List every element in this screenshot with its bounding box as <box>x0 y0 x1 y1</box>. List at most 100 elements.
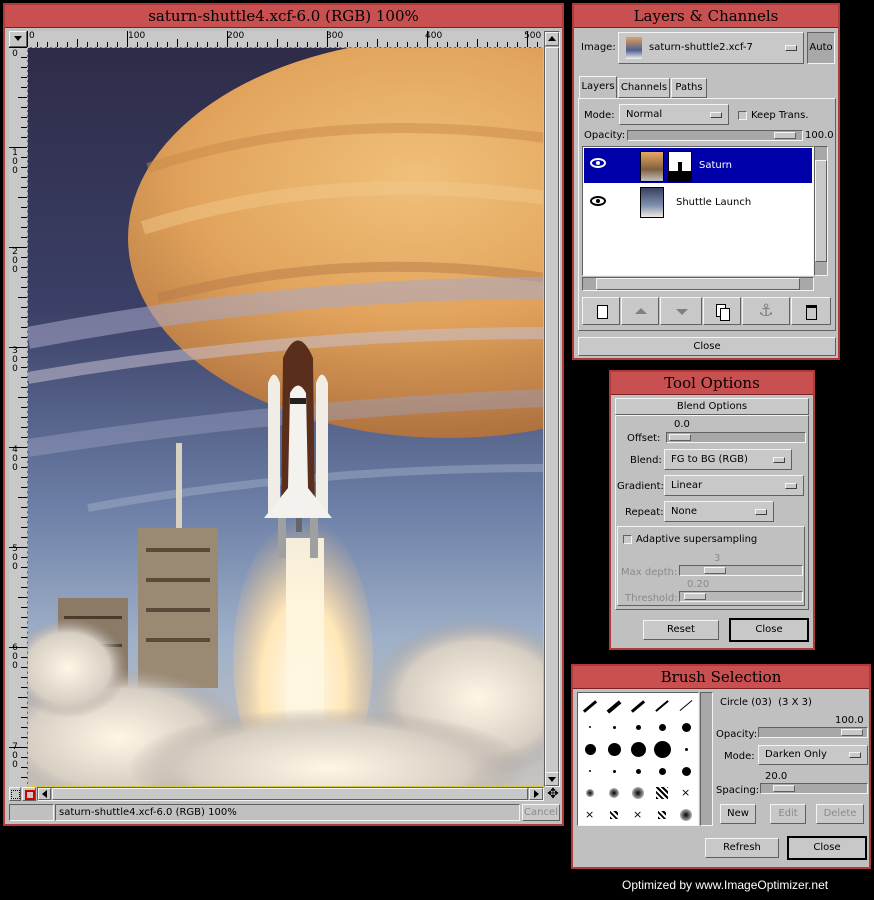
offset-value: 0.0 <box>674 419 690 430</box>
status-bar: saturn-shuttle4.xcf-6.0 (RGB) 100% <box>55 804 520 821</box>
brush-circle-icon[interactable] <box>630 741 646 757</box>
blend-select[interactable]: FG to BG (RGB) <box>664 449 792 470</box>
navigate-icon[interactable]: ✥ <box>545 786 561 802</box>
delete-layer-button[interactable] <box>791 297 831 325</box>
duplicate-layer-button[interactable] <box>703 297 741 325</box>
brush-circle-icon[interactable] <box>607 742 621 756</box>
mode-select[interactable]: Normal <box>619 104 729 125</box>
repeat-select-value: None <box>671 506 698 517</box>
adaptive-supersampling-checkbox[interactable] <box>623 535 632 544</box>
tab-layers[interactable]: Layers <box>579 76 617 98</box>
ruler-tick <box>18 597 27 598</box>
brush-circle-icon[interactable] <box>612 725 616 729</box>
layer-row[interactable]: Saturn <box>584 148 812 183</box>
brush-texture-icon[interactable] <box>658 811 666 819</box>
ruler-label: 0 <box>29 31 35 41</box>
brush-selection-window: Brush Selection × × × Circle (03) (3 X 3) … <box>571 664 871 869</box>
image-canvas[interactable] <box>27 47 544 787</box>
threshold-label: Threshold: <box>625 593 678 604</box>
image-select[interactable]: saturn-shuttle2.xcf-7 <box>618 32 804 64</box>
close-button[interactable]: Close <box>578 337 836 356</box>
vertical-scroll-thumb[interactable] <box>545 47 559 773</box>
horizontal-ruler[interactable]: 0 100 200 300 400 500 <box>27 31 544 48</box>
brush-circle-icon[interactable] <box>589 726 591 728</box>
brush-circle-icon[interactable] <box>612 769 616 773</box>
brush-circle-icon[interactable] <box>635 724 641 730</box>
visibility-eye-icon[interactable] <box>590 158 606 168</box>
brush-cross-icon[interactable]: × <box>681 786 690 799</box>
delete-brush-button[interactable]: Delete <box>816 804 864 824</box>
brush-line-icon[interactable] <box>582 700 598 713</box>
spacing-value: 20.0 <box>765 771 788 782</box>
tab-channels[interactable]: Channels <box>618 78 670 98</box>
brush-circle-icon[interactable] <box>681 766 691 776</box>
spacing-slider[interactable] <box>760 783 868 794</box>
keep-trans-checkbox[interactable] <box>738 111 747 120</box>
layers-window-title: Layers & Channels <box>574 5 838 28</box>
edit-brush-button[interactable]: Edit <box>770 804 806 824</box>
brush-opacity-slider-thumb[interactable] <box>841 729 863 736</box>
brush-fuzzy-icon[interactable] <box>586 789 594 797</box>
brush-fuzzy-icon[interactable] <box>632 787 644 799</box>
repeat-select[interactable]: None <box>664 501 774 522</box>
new-brush-button[interactable]: New <box>720 804 756 824</box>
close-button[interactable]: Close <box>729 618 809 642</box>
lower-layer-button[interactable] <box>660 297 702 325</box>
brush-circle-icon[interactable] <box>684 747 688 751</box>
layers-vertical-scroll-thumb[interactable] <box>815 160 827 262</box>
offset-slider[interactable] <box>666 432 806 443</box>
spacing-slider-thumb[interactable] <box>773 785 795 792</box>
max-depth-slider-thumb <box>704 567 726 574</box>
horizontal-scroll-thumb[interactable] <box>52 788 528 800</box>
opacity-slider[interactable] <box>627 130 803 141</box>
brush-circle-icon[interactable] <box>589 770 591 772</box>
brush-cross-icon[interactable]: × <box>585 808 594 821</box>
vertical-ruler[interactable]: 0 100 200 300 400 500 600 700 <box>9 47 28 787</box>
brush-fuzzy-icon[interactable] <box>609 788 619 798</box>
offset-slider-thumb[interactable] <box>669 434 691 441</box>
brush-cross-icon[interactable]: × <box>633 808 642 821</box>
layer-name: Saturn <box>699 160 733 171</box>
brush-circle-icon[interactable] <box>653 740 671 758</box>
blend-select-value: FG to BG (RGB) <box>671 454 748 465</box>
brush-line-icon[interactable] <box>606 700 622 714</box>
duplicate-icon-back <box>720 308 730 321</box>
brush-circle-icon[interactable] <box>584 743 596 755</box>
new-page-icon <box>597 305 608 319</box>
threshold-value: 0.20 <box>687 579 710 590</box>
auto-button[interactable]: Auto <box>807 32 835 64</box>
reset-button[interactable]: Reset <box>643 620 719 640</box>
brush-circle-icon[interactable] <box>635 768 641 774</box>
brush-line-icon[interactable] <box>679 699 693 712</box>
brush-circle-icon[interactable] <box>658 723 666 731</box>
refresh-button[interactable]: Refresh <box>705 838 779 858</box>
gradient-select[interactable]: Linear <box>664 475 804 496</box>
tab-paths[interactable]: Paths <box>671 78 707 98</box>
new-layer-button[interactable] <box>582 297 620 325</box>
image-thumbnail-icon <box>626 37 642 59</box>
arrow-down-icon <box>548 777 556 782</box>
brush-grid[interactable]: × × × <box>577 692 699 826</box>
brush-fuzzy-icon[interactable] <box>680 809 692 821</box>
brush-line-icon[interactable] <box>655 700 669 712</box>
brush-texture-icon[interactable] <box>656 787 668 799</box>
brush-circle-icon[interactable] <box>681 722 691 732</box>
brush-texture-icon[interactable] <box>610 811 618 819</box>
visibility-eye-icon[interactable] <box>590 196 606 206</box>
image-select-value: saturn-shuttle2.xcf-7 <box>649 42 753 53</box>
layers-horizontal-scroll-thumb[interactable] <box>596 278 800 290</box>
brush-scrollbar[interactable] <box>700 692 713 826</box>
brush-circle-icon[interactable] <box>658 767 666 775</box>
brush-opacity-label: Opacity: <box>716 729 758 740</box>
close-button[interactable]: Close <box>787 836 867 860</box>
layer-row[interactable]: Shuttle Launch <box>584 185 812 220</box>
brush-line-icon[interactable] <box>630 700 646 713</box>
anchor-layer-button[interactable]: ⚓ <box>742 297 790 325</box>
cancel-button[interactable]: Cancel <box>522 804 560 821</box>
layers-window: Layers & Channels Image: saturn-shuttle2… <box>572 3 840 360</box>
brush-opacity-slider[interactable] <box>758 727 868 738</box>
opacity-slider-thumb[interactable] <box>774 132 796 139</box>
repeat-label: Repeat: <box>625 507 664 518</box>
raise-layer-button[interactable] <box>621 297 659 325</box>
brush-mode-select[interactable]: Darken Only <box>758 745 868 765</box>
